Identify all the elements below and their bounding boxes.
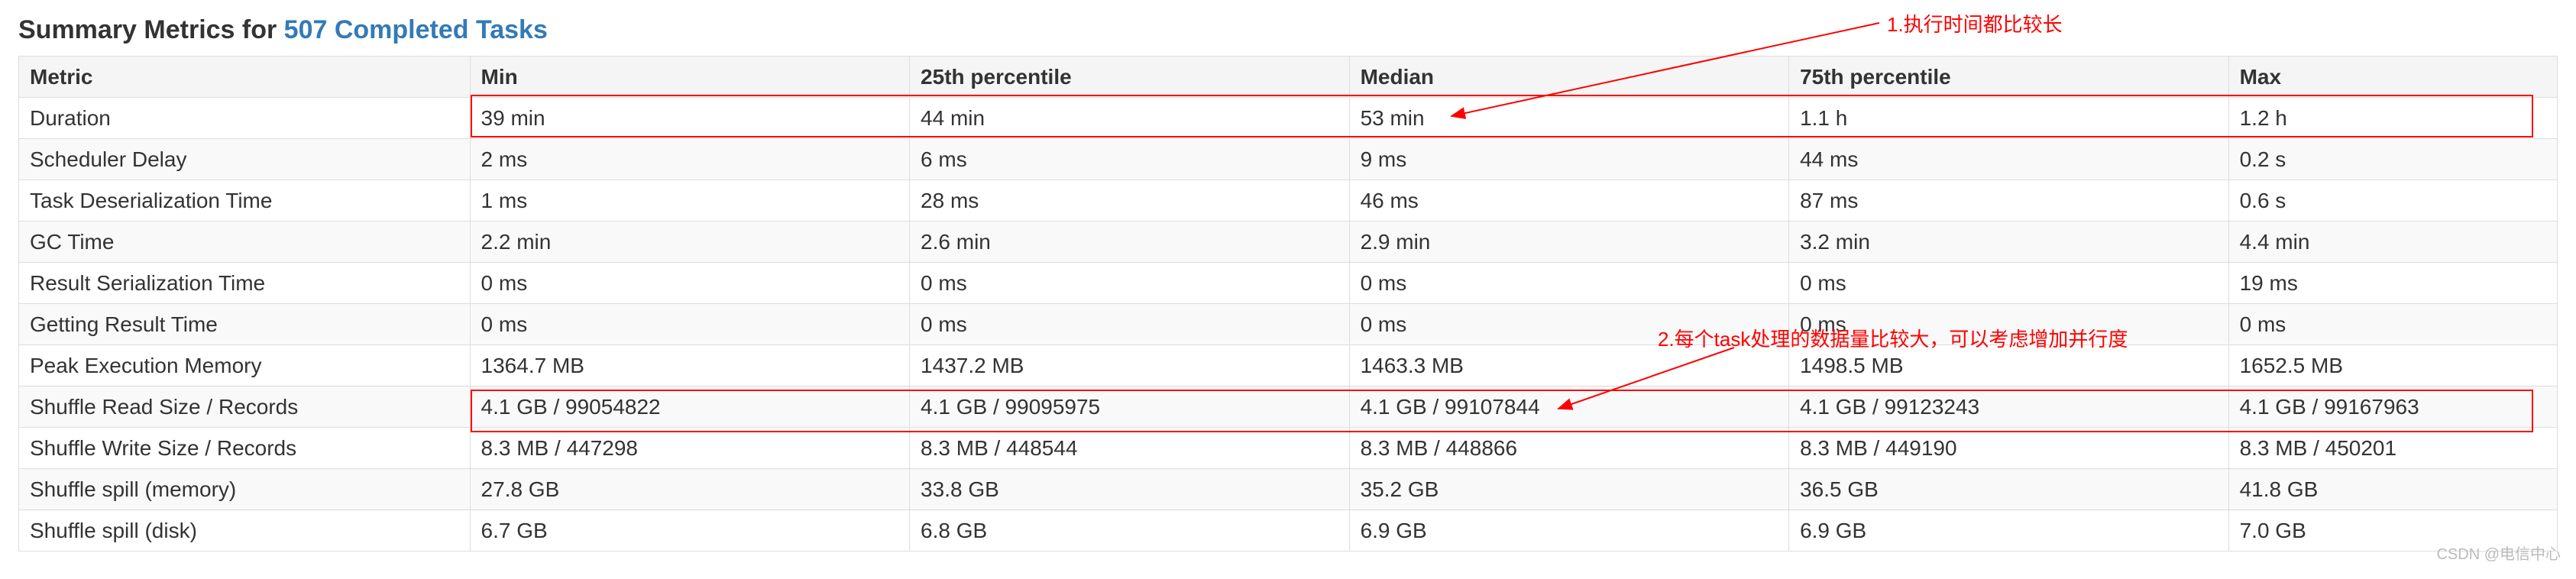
- table-row: Scheduler Delay2 ms6 ms9 ms44 ms0.2 s: [19, 139, 2558, 180]
- col-median[interactable]: Median: [1349, 57, 1789, 98]
- cell-p25: 1437.2 MB: [910, 345, 1350, 387]
- cell-min: 8.3 MB / 447298: [470, 428, 910, 469]
- title-prefix: Summary Metrics for: [18, 15, 284, 44]
- cell-p75: 3.2 min: [1789, 222, 2229, 263]
- cell-max: 19 ms: [2228, 263, 2557, 304]
- cell-median: 6.9 GB: [1349, 510, 1789, 552]
- cell-p25: 4.1 GB / 99095975: [910, 387, 1350, 428]
- cell-min: 2.2 min: [470, 222, 910, 263]
- cell-p75: 36.5 GB: [1789, 469, 2229, 510]
- table-row: GC Time2.2 min2.6 min2.9 min3.2 min4.4 m…: [19, 222, 2558, 263]
- cell-p75: 44 ms: [1789, 139, 2229, 180]
- cell-max: 1652.5 MB: [2228, 345, 2557, 387]
- cell-median: 8.3 MB / 448866: [1349, 428, 1789, 469]
- cell-max: 41.8 GB: [2228, 469, 2557, 510]
- cell-max: 1.2 h: [2228, 98, 2557, 139]
- cell-p25: 33.8 GB: [910, 469, 1350, 510]
- cell-min: 4.1 GB / 99054822: [470, 387, 910, 428]
- cell-metric: Task Deserialization Time: [19, 180, 471, 222]
- cell-p75: 6.9 GB: [1789, 510, 2229, 552]
- cell-metric: Scheduler Delay: [19, 139, 471, 180]
- cell-median: 1463.3 MB: [1349, 345, 1789, 387]
- cell-p75: 87 ms: [1789, 180, 2229, 222]
- cell-min: 0 ms: [470, 263, 910, 304]
- table-row: Shuffle Write Size / Records8.3 MB / 447…: [19, 428, 2558, 469]
- cell-median: 4.1 GB / 99107844: [1349, 387, 1789, 428]
- cell-metric: Peak Execution Memory: [19, 345, 471, 387]
- table-row: Shuffle spill (memory)27.8 GB33.8 GB35.2…: [19, 469, 2558, 510]
- cell-metric: Shuffle Write Size / Records: [19, 428, 471, 469]
- cell-median: 35.2 GB: [1349, 469, 1789, 510]
- cell-median: 46 ms: [1349, 180, 1789, 222]
- cell-min: 1364.7 MB: [470, 345, 910, 387]
- cell-median: 2.9 min: [1349, 222, 1789, 263]
- cell-p75: 0 ms: [1789, 263, 2229, 304]
- table-body: Duration39 min44 min53 min1.1 h1.2 hSche…: [19, 98, 2558, 552]
- cell-p25: 6.8 GB: [910, 510, 1350, 552]
- cell-min: 6.7 GB: [470, 510, 910, 552]
- cell-p25: 44 min: [910, 98, 1350, 139]
- table-row: Result Serialization Time0 ms0 ms0 ms0 m…: [19, 263, 2558, 304]
- cell-metric: GC Time: [19, 222, 471, 263]
- cell-min: 39 min: [470, 98, 910, 139]
- cell-p75: 8.3 MB / 449190: [1789, 428, 2229, 469]
- table-row: Getting Result Time0 ms0 ms0 ms0 ms0 ms: [19, 304, 2558, 345]
- cell-median: 53 min: [1349, 98, 1789, 139]
- cell-p25: 0 ms: [910, 304, 1350, 345]
- page-title: Summary Metrics for 507 Completed Tasks: [18, 15, 2558, 45]
- col-p25[interactable]: 25th percentile: [910, 57, 1350, 98]
- cell-p25: 2.6 min: [910, 222, 1350, 263]
- cell-metric: Shuffle spill (disk): [19, 510, 471, 552]
- cell-metric: Duration: [19, 98, 471, 139]
- cell-min: 2 ms: [470, 139, 910, 180]
- table-header-row: Metric Min 25th percentile Median 75th p…: [19, 57, 2558, 98]
- cell-min: 0 ms: [470, 304, 910, 345]
- col-p75[interactable]: 75th percentile: [1789, 57, 2229, 98]
- table-row: Shuffle spill (disk)6.7 GB6.8 GB6.9 GB6.…: [19, 510, 2558, 552]
- table-row: Shuffle Read Size / Records4.1 GB / 9905…: [19, 387, 2558, 428]
- cell-max: 0 ms: [2228, 304, 2557, 345]
- col-metric[interactable]: Metric: [19, 57, 471, 98]
- cell-max: 4.1 GB / 99167963: [2228, 387, 2557, 428]
- cell-max: 8.3 MB / 450201: [2228, 428, 2557, 469]
- cell-p75: 1498.5 MB: [1789, 345, 2229, 387]
- cell-median: 0 ms: [1349, 304, 1789, 345]
- cell-p25: 0 ms: [910, 263, 1350, 304]
- col-max[interactable]: Max: [2228, 57, 2557, 98]
- cell-max: 4.4 min: [2228, 222, 2557, 263]
- completed-tasks-link[interactable]: 507 Completed Tasks: [284, 15, 548, 44]
- col-min[interactable]: Min: [470, 57, 910, 98]
- table-row: Peak Execution Memory1364.7 MB1437.2 MB1…: [19, 345, 2558, 387]
- cell-p75: 1.1 h: [1789, 98, 2229, 139]
- cell-metric: Shuffle spill (memory): [19, 469, 471, 510]
- cell-p25: 6 ms: [910, 139, 1350, 180]
- cell-p75: 4.1 GB / 99123243: [1789, 387, 2229, 428]
- cell-p25: 8.3 MB / 448544: [910, 428, 1350, 469]
- cell-p25: 28 ms: [910, 180, 1350, 222]
- cell-median: 9 ms: [1349, 139, 1789, 180]
- summary-metrics-table: Metric Min 25th percentile Median 75th p…: [18, 56, 2558, 552]
- cell-metric: Getting Result Time: [19, 304, 471, 345]
- cell-max: 0.6 s: [2228, 180, 2557, 222]
- cell-max: 0.2 s: [2228, 139, 2557, 180]
- cell-min: 27.8 GB: [470, 469, 910, 510]
- cell-median: 0 ms: [1349, 263, 1789, 304]
- cell-metric: Result Serialization Time: [19, 263, 471, 304]
- cell-max: 7.0 GB: [2228, 510, 2557, 552]
- table-row: Duration39 min44 min53 min1.1 h1.2 h: [19, 98, 2558, 139]
- cell-min: 1 ms: [470, 180, 910, 222]
- cell-metric: Shuffle Read Size / Records: [19, 387, 471, 428]
- cell-p75: 0 ms: [1789, 304, 2229, 345]
- table-row: Task Deserialization Time1 ms28 ms46 ms8…: [19, 180, 2558, 222]
